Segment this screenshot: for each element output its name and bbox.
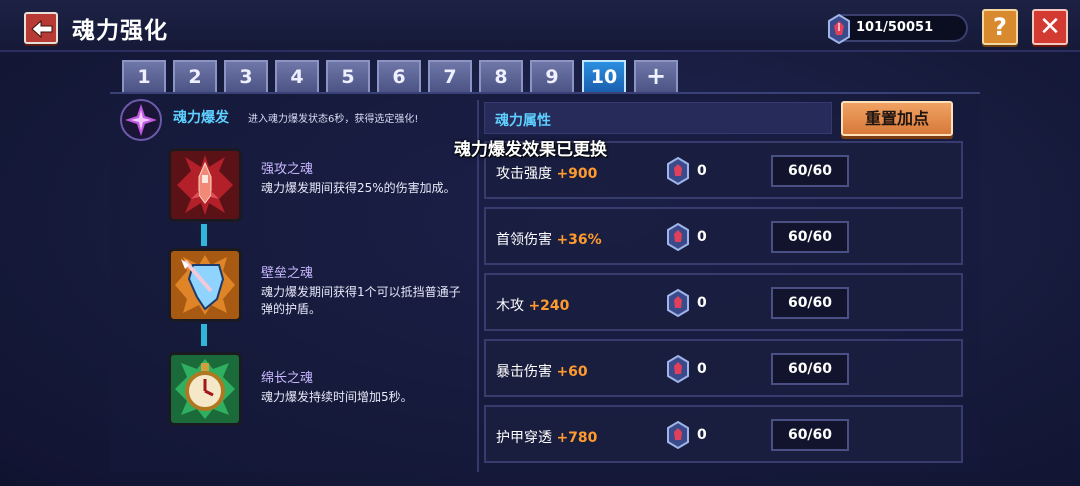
attribute-name-line: 首领伤害 +36% <box>496 229 602 249</box>
effect-changed-toast: 魂力爆发效果已更换 <box>454 140 607 160</box>
attribute-bonus: +36% <box>556 232 602 248</box>
attribute-level[interactable]: 60/60 <box>771 221 849 253</box>
tab-10[interactable]: 10 <box>582 60 626 92</box>
tab-3[interactable]: 3 <box>224 60 268 92</box>
back-arrow-icon <box>31 19 53 39</box>
soul-currency-display: 101/50051 <box>828 13 968 45</box>
attribute-cost: 0 <box>697 361 707 377</box>
attribute-row: 首领伤害 +36% 0 60/60 <box>484 207 963 265</box>
attribute-level[interactable]: 60/60 <box>771 155 849 187</box>
soul-description: 魂力爆发期间获得25%的伤害加成。 <box>261 181 456 195</box>
attribute-name-line: 护甲穿透 +780 <box>496 427 597 447</box>
soul-name: 壁垒之魂 <box>261 266 314 281</box>
currency-value: 101/50051 <box>856 20 934 35</box>
attribute-cost: 0 <box>697 427 707 443</box>
soul-burst-icon <box>120 99 162 141</box>
attribute-name: 木攻 <box>496 298 524 314</box>
add-tab-button[interactable]: + <box>634 60 678 92</box>
soul-description: 魂力爆发持续时间增加5秒。 <box>261 390 413 404</box>
soul-chain-link <box>201 324 207 346</box>
tab-4[interactable]: 4 <box>275 60 319 92</box>
bulwark-soul-icon[interactable] <box>168 248 242 322</box>
attribute-bonus: +780 <box>556 430 598 446</box>
soul-gem-icon <box>667 288 689 318</box>
attribute-cost: 0 <box>697 229 707 245</box>
attribute-row: 护甲穿透 +780 0 60/60 <box>484 405 963 463</box>
attribute-level[interactable]: 60/60 <box>771 353 849 385</box>
attribute-cost: 0 <box>697 163 707 179</box>
attribute-bonus: +60 <box>556 364 588 380</box>
soul-gem-icon <box>828 13 850 45</box>
soul-gem-icon <box>667 420 689 450</box>
tab-9[interactable]: 9 <box>530 60 574 92</box>
close-button[interactable]: ✕ <box>1032 9 1068 45</box>
soul-burst-title: 魂力爆发 <box>173 110 229 126</box>
help-button[interactable]: ? <box>982 9 1018 45</box>
soul-gem-icon <box>667 222 689 252</box>
tab-5[interactable]: 5 <box>326 60 370 92</box>
back-button[interactable] <box>24 12 58 44</box>
attributes-header: 魂力属性 <box>484 102 832 134</box>
tab-2[interactable]: 2 <box>173 60 217 92</box>
soul-gem-icon <box>667 156 689 186</box>
attribute-row: 暴击伤害 +60 0 60/60 <box>484 339 963 397</box>
tab-1[interactable]: 1 <box>122 60 166 92</box>
attribute-name: 攻击强度 <box>496 166 552 182</box>
soul-description: 魂力爆发期间获得1个可以抵挡普通子弹的护盾。 <box>261 285 461 316</box>
attribute-level[interactable]: 60/60 <box>771 287 849 319</box>
tab-8[interactable]: 8 <box>479 60 523 92</box>
attribute-name: 护甲穿透 <box>496 430 552 446</box>
attribute-bonus: +240 <box>528 298 570 314</box>
reset-points-button[interactable]: 重置加点 <box>841 101 953 136</box>
stopwatch-icon <box>175 359 235 419</box>
attribute-bonus: +900 <box>556 166 598 182</box>
attribute-level[interactable]: 60/60 <box>771 419 849 451</box>
soul-name: 强攻之魂 <box>261 162 314 177</box>
page-title: 魂力强化 <box>72 18 168 44</box>
strong-attack-soul-icon[interactable] <box>168 148 242 222</box>
attribute-cost: 0 <box>697 295 707 311</box>
soul-gem-icon <box>667 354 689 384</box>
attribute-name: 首领伤害 <box>496 232 552 248</box>
attribute-name-line: 暴击伤害 +60 <box>496 361 588 381</box>
rocket-icon <box>177 155 233 215</box>
soul-burst-description: 进入魂力爆发状态6秒，获得选定强化! <box>248 114 419 125</box>
tab-6[interactable]: 6 <box>377 60 421 92</box>
attribute-name: 暴击伤害 <box>496 364 552 380</box>
attribute-row: 木攻 +240 0 60/60 <box>484 273 963 331</box>
shield-icon <box>175 255 235 315</box>
tab-7[interactable]: 7 <box>428 60 472 92</box>
attribute-name-line: 攻击强度 +900 <box>496 163 597 183</box>
soul-name: 绵长之魂 <box>261 371 314 386</box>
top-bar: 魂力强化 101/50051 ? ✕ <box>0 0 1080 52</box>
soul-chain-link <box>201 224 207 246</box>
attribute-name-line: 木攻 +240 <box>496 295 569 315</box>
attributes-title: 魂力属性 <box>495 113 551 129</box>
endurance-soul-icon[interactable] <box>168 352 242 426</box>
